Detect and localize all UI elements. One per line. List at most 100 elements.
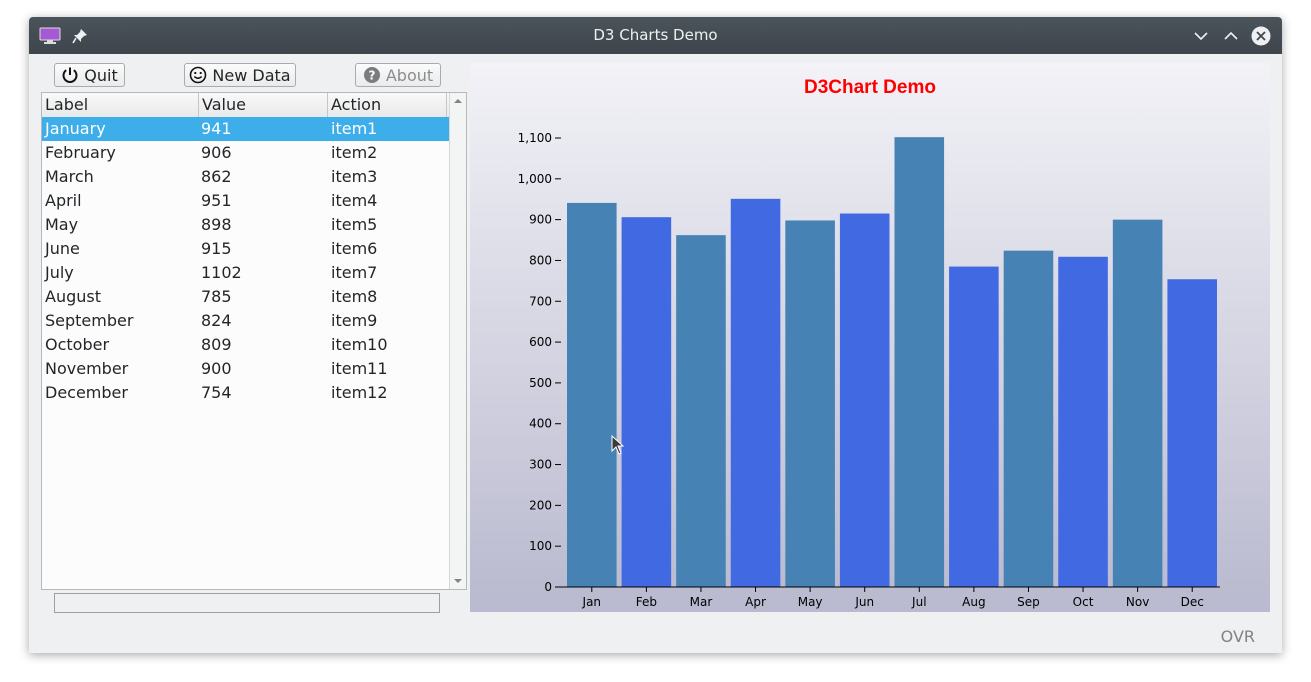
x-tick-label: Jun [854, 595, 874, 609]
chart-panel: D3Chart Demo Jan Feb Mar Apr May Jun Jul Aug Sep O… [470, 63, 1270, 612]
table-row[interactable]: September 824 item9 [42, 309, 451, 333]
cell-value: 898 [201, 215, 232, 234]
chart-bar [1112, 219, 1163, 588]
x-tick-label: Aug [962, 595, 985, 609]
table-row[interactable]: June 915 item6 [42, 237, 451, 261]
cell-value: 915 [201, 239, 232, 258]
cell-value: 1102 [201, 263, 242, 282]
table-row[interactable]: November 900 item11 [42, 357, 451, 381]
chart-bar [894, 137, 945, 587]
minimize-button[interactable] [1189, 17, 1213, 54]
maximize-button[interactable] [1219, 17, 1243, 54]
cell-label: August [45, 287, 101, 306]
close-icon [1251, 26, 1271, 45]
table-row[interactable]: October 809 item10 [42, 333, 451, 357]
column-header-value[interactable]: Value [199, 93, 328, 117]
chart-bar [1167, 279, 1217, 587]
table-row[interactable]: March 862 item3 [42, 165, 451, 189]
x-tick-label: Dec [1181, 595, 1204, 609]
quit-button[interactable]: Quit [54, 63, 125, 87]
scroll-up-icon[interactable] [450, 94, 466, 108]
title-bar: D3 Charts Demo [29, 17, 1282, 54]
cell-action: item3 [331, 167, 378, 186]
chart-bar [1003, 250, 1054, 587]
cell-value: 809 [201, 335, 232, 354]
chart-title: D3Chart Demo [804, 77, 936, 98]
data-table[interactable]: Label Value Action January 941 item1 Februa… [41, 92, 467, 590]
y-tick-label: 200 [529, 498, 552, 512]
y-tick-label: 900 [529, 213, 552, 227]
y-tick-label: 600 [529, 335, 552, 349]
chart-bar [730, 198, 781, 587]
x-tick-label: Sep [1017, 595, 1040, 609]
chart-bar [839, 213, 890, 587]
x-tick-label: Jul [911, 595, 926, 609]
cell-value: 785 [201, 287, 232, 306]
y-tick-label: 1,100 [518, 131, 552, 145]
cell-value: 754 [201, 383, 232, 402]
vertical-scrollbar[interactable] [449, 93, 466, 589]
y-tick-label: 700 [529, 294, 552, 308]
chart-bar [567, 202, 617, 587]
chevron-up-icon [1224, 31, 1238, 40]
cell-value: 824 [201, 311, 232, 330]
cell-action: item5 [331, 215, 378, 234]
x-tick-label: Nov [1126, 595, 1149, 609]
cell-label: November [45, 359, 129, 378]
cell-action: item6 [331, 239, 378, 258]
bar-chart: D3Chart Demo Jan Feb Mar Apr May Jun Jul Aug Sep O… [518, 77, 1220, 609]
cell-action: item11 [331, 359, 388, 378]
chart-bar [621, 217, 672, 588]
cell-label: February [45, 143, 116, 162]
table-header: Label Value Action [42, 93, 451, 118]
status-input[interactable] [54, 593, 440, 613]
cell-label: July [45, 263, 74, 282]
scroll-down-icon[interactable] [450, 574, 466, 588]
cell-label: January [45, 119, 106, 138]
about-button[interactable]: ? About [355, 63, 441, 87]
cell-action: item10 [331, 335, 388, 354]
chart-bar [949, 266, 999, 587]
app-window: D3 Charts Demo Quit New Data ? About Lab… [29, 17, 1282, 653]
table-row[interactable]: April 951 item4 [42, 189, 451, 213]
cell-label: September [45, 311, 134, 330]
cell-action: item12 [331, 383, 388, 402]
chart-bar [1058, 256, 1108, 587]
y-tick-label: 0 [544, 580, 552, 594]
svg-text:?: ? [368, 69, 375, 83]
help-icon: ? [363, 67, 380, 83]
table-row[interactable]: May 898 item5 [42, 213, 451, 237]
new-data-button[interactable]: New Data [184, 63, 296, 87]
overwrite-mode-indicator: OVR [1220, 627, 1255, 646]
cell-label: April [45, 191, 82, 210]
table-row[interactable]: December 754 item12 [42, 381, 451, 405]
smiley-icon [190, 66, 207, 84]
y-tick-label: 500 [529, 376, 552, 390]
table-row[interactable]: August 785 item8 [42, 285, 451, 309]
cell-action: item7 [331, 263, 378, 282]
close-button[interactable] [1249, 17, 1273, 54]
y-tick-label: 1,000 [518, 172, 552, 186]
cell-action: item9 [331, 311, 378, 330]
chevron-down-icon [1194, 31, 1208, 40]
cell-label: May [45, 215, 79, 234]
table-row[interactable]: January 941 item1 [42, 117, 451, 141]
cell-action: item4 [331, 191, 378, 210]
quit-label: Quit [84, 65, 118, 85]
y-tick-label: 400 [529, 417, 552, 431]
column-header-action[interactable]: Action [328, 93, 447, 117]
x-tick-label: Apr [745, 595, 766, 609]
cell-value: 862 [201, 167, 232, 186]
y-tick-label: 100 [529, 539, 552, 553]
y-tick-label: 800 [529, 253, 552, 267]
mouse-cursor-icon [611, 435, 625, 455]
table-row[interactable]: July 1102 item7 [42, 261, 451, 285]
table-row[interactable]: February 906 item2 [42, 141, 451, 165]
column-header-label[interactable]: Label [42, 93, 199, 117]
x-tick-label: Jan [582, 595, 602, 609]
cell-label: March [45, 167, 94, 186]
power-icon [62, 67, 78, 83]
window-title: D3 Charts Demo [593, 26, 718, 44]
new-data-label: New Data [212, 65, 291, 85]
cell-label: June [45, 239, 80, 258]
